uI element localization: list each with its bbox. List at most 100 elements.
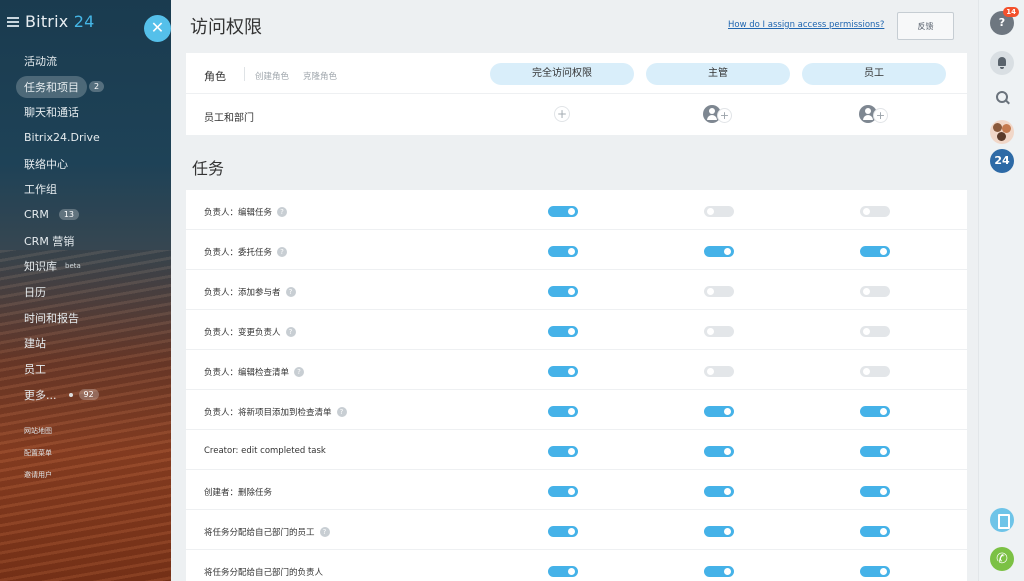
permission-label-text: 负责人：将新项目添加到检查清单 — [204, 408, 332, 418]
help-button[interactable]: ? 14 — [990, 7, 1019, 35]
help-icon[interactable]: ? — [336, 407, 347, 417]
permission-label: 创建者：删除任务 — [204, 486, 272, 498]
permission-toggle[interactable] — [548, 246, 578, 257]
sidebar-item[interactable]: 活动流 — [16, 48, 108, 74]
sidebar-item[interactable]: 工作组 — [16, 176, 108, 202]
sidebar-item[interactable]: CRM 13 — [16, 202, 108, 228]
permissions-card: 负责人：编辑任务? 负责人：委托任务? 负责人：添加参与者? 负责人：变更负责人? 负责… — [186, 190, 967, 581]
close-slider-button[interactable]: ✕ — [144, 15, 171, 42]
counter-badge: 2 — [89, 81, 105, 93]
permission-toggle[interactable] — [860, 526, 890, 537]
permission-toggle[interactable] — [704, 326, 734, 337]
permission-toggle[interactable] — [548, 206, 578, 217]
document-icon[interactable] — [990, 508, 1014, 532]
feedback-button[interactable]: 反馈 — [897, 12, 954, 40]
permission-toggle[interactable] — [860, 566, 890, 577]
sidebar-item[interactable]: 知识库 beta — [16, 254, 108, 280]
sidebar-item[interactable]: 更多... 92 — [16, 382, 108, 408]
staff-departments-label: 员工和部门 — [204, 113, 254, 124]
permission-label-text: Creator: edit completed task — [204, 446, 326, 456]
sidebar-item-label: 联络中心 — [24, 157, 68, 171]
permission-toggle[interactable] — [548, 566, 578, 577]
permission-row: 负责人：将新项目添加到检查清单? — [186, 390, 967, 430]
sidebar-item[interactable]: CRM 营销 — [16, 228, 108, 254]
members-manager[interactable]: + — [703, 105, 735, 125]
permission-toggle[interactable] — [860, 486, 890, 497]
add-member-full-access[interactable]: + — [554, 106, 570, 122]
permission-toggle[interactable] — [704, 526, 734, 537]
sidebar-item-label: 聊天和通话 — [24, 106, 79, 120]
sidebar-item[interactable]: 建站 — [16, 331, 108, 357]
sidebar-item-label: 更多... — [24, 388, 57, 402]
role-manager[interactable]: 主管 — [646, 63, 790, 85]
permission-toggle[interactable] — [704, 406, 734, 417]
sidebar-small-link[interactable]: 网站地图 — [24, 420, 52, 442]
sidebar-item-label: 日历 — [24, 286, 46, 300]
logo[interactable]: Bitrix 24 — [7, 12, 94, 31]
sidebar-small-links: 网站地图 配置菜单 邀请用户 — [24, 420, 52, 486]
phone-icon[interactable]: ✆ — [990, 547, 1014, 571]
permission-toggle[interactable] — [704, 246, 734, 257]
permission-label: 负责人：将新项目添加到检查清单? — [204, 406, 347, 418]
permission-toggle[interactable] — [704, 366, 734, 377]
permission-label-text: 负责人：添加参与者 — [204, 288, 281, 298]
permission-toggle[interactable] — [704, 486, 734, 497]
permission-toggle[interactable] — [704, 566, 734, 577]
permission-toggle[interactable] — [548, 326, 578, 337]
permission-label-text: 创建者：删除任务 — [204, 488, 273, 498]
sidebar-item[interactable]: 联络中心 — [16, 151, 108, 177]
permission-toggle[interactable] — [860, 326, 890, 337]
help-link[interactable]: How do I assign access permissions? — [728, 20, 884, 30]
plus-icon[interactable]: + — [873, 108, 888, 123]
help-icon[interactable]: ? — [319, 527, 330, 537]
permission-toggle[interactable] — [548, 526, 578, 537]
permission-label-text: 负责人：变更负责人 — [204, 328, 281, 338]
bitrix24-button[interactable]: 24 — [990, 149, 1014, 173]
permission-toggle[interactable] — [704, 286, 734, 297]
permission-label: Creator: edit completed task — [204, 446, 326, 456]
bell-icon[interactable] — [990, 51, 1014, 75]
permission-toggle[interactable] — [548, 366, 578, 377]
help-icon[interactable]: ? — [277, 207, 288, 217]
role-employee[interactable]: 员工 — [802, 63, 946, 85]
sidebar-item[interactable]: 日历 — [16, 279, 108, 305]
sidebar-item[interactable]: 聊天和通话 — [16, 99, 108, 125]
help-icon[interactable]: ? — [294, 367, 305, 377]
permission-toggle[interactable] — [860, 446, 890, 457]
permission-toggle[interactable] — [704, 206, 734, 217]
sidebar-menu: 活动流 任务和项目 2 聊天和通话 Bitrix24.Drive 联络中心工作组 CRM 13… — [16, 48, 108, 408]
sidebar-item[interactable]: 任务和项目 2 — [16, 74, 108, 100]
permission-label-text: 负责人：委托任务 — [204, 248, 273, 258]
help-icon[interactable]: ? — [285, 287, 296, 297]
roles-header-row: 角色 创建角色 克隆角色 完全访问权限 主管 员工 — [186, 53, 967, 94]
sidebar-item[interactable]: 时间和报告 — [16, 305, 108, 331]
permission-toggle[interactable] — [548, 406, 578, 417]
sidebar-small-link[interactable]: 配置菜单 — [24, 442, 52, 464]
counter-badge: 13 — [58, 209, 80, 221]
permission-toggle[interactable] — [860, 366, 890, 377]
group-chat-avatar[interactable] — [990, 120, 1014, 144]
sidebar-item[interactable]: Bitrix24.Drive — [16, 125, 108, 151]
members-employee[interactable]: + — [859, 105, 891, 125]
permission-toggle[interactable] — [548, 286, 578, 297]
help-icon[interactable]: ? — [285, 327, 296, 337]
plus-icon[interactable]: + — [717, 108, 732, 123]
clone-role-link[interactable]: 克隆角色 — [303, 70, 337, 82]
permission-row: 负责人：变更负责人? — [186, 310, 967, 350]
menu-icon[interactable] — [7, 16, 19, 27]
create-role-link[interactable]: 创建角色 — [255, 70, 289, 82]
permission-toggle[interactable] — [860, 206, 890, 217]
search-icon[interactable] — [990, 86, 1014, 110]
permission-row: 负责人：添加参与者? — [186, 270, 967, 310]
permission-toggle[interactable] — [548, 486, 578, 497]
permission-toggle[interactable] — [860, 406, 890, 417]
help-icon[interactable]: ? — [277, 247, 288, 257]
permission-toggle[interactable] — [860, 286, 890, 297]
permission-toggle[interactable] — [704, 446, 734, 457]
sidebar-item[interactable]: 员工 — [16, 356, 108, 382]
sidebar-small-link[interactable]: 邀请用户 — [24, 464, 52, 486]
permission-toggle[interactable] — [548, 446, 578, 457]
permission-toggle[interactable] — [860, 246, 890, 257]
role-full-access[interactable]: 完全访问权限 — [490, 63, 634, 85]
permission-label: 负责人：添加参与者? — [204, 286, 296, 298]
